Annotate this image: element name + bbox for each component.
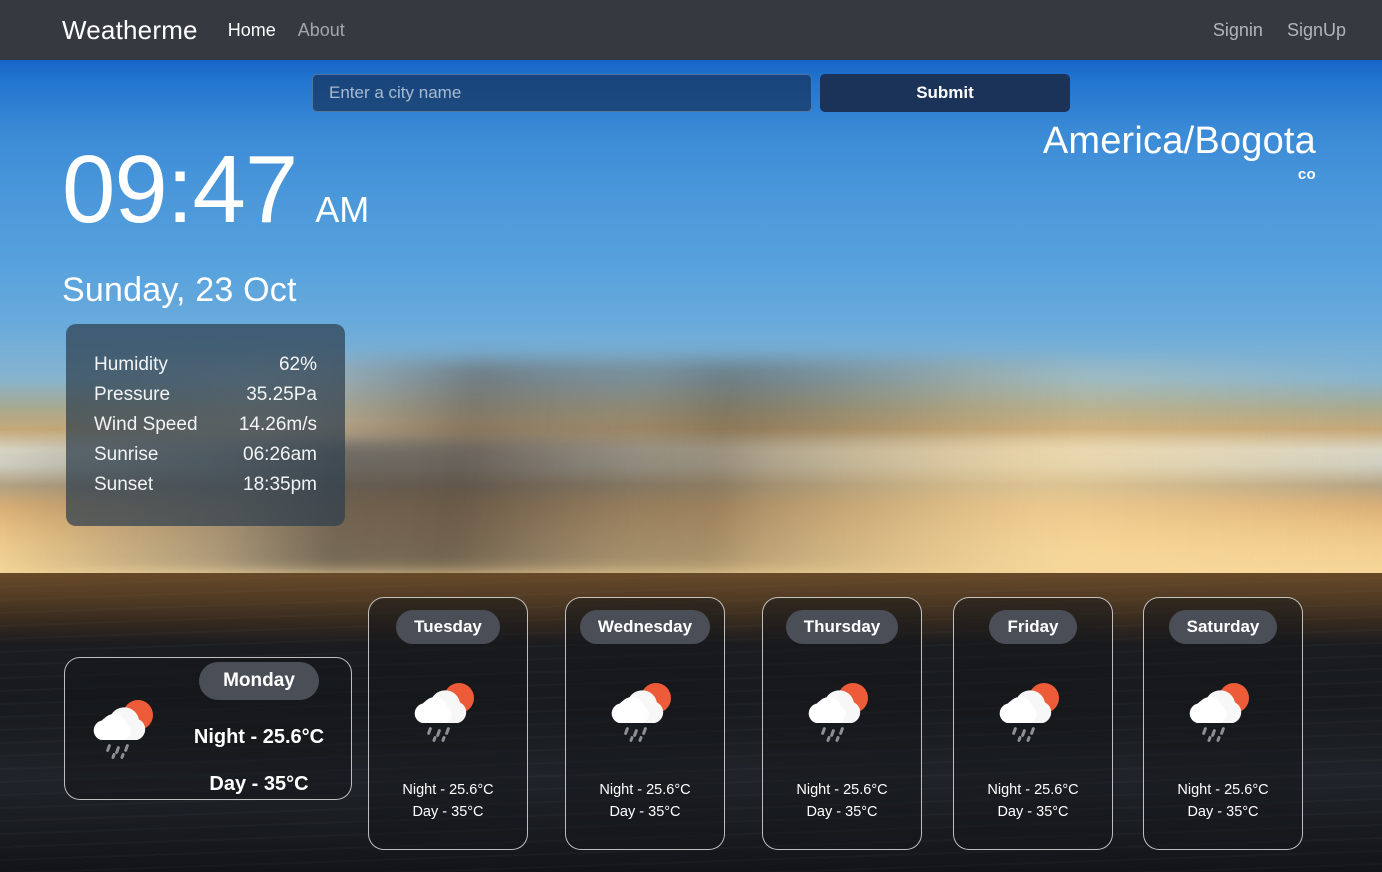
nav-link-signup[interactable]: SignUp [1287,20,1346,41]
forecast-section: Monday Night - 25.6°C Day - 35°C Tuesday [0,573,1382,872]
today-details: Monday Night - 25.6°C Day - 35°C [175,661,343,796]
day-label: Wednesday [579,610,711,644]
stat-label: Wind Speed [94,414,198,435]
location-timezone: America/Bogota [1042,120,1316,162]
forecast-card-tuesday[interactable]: Tuesday Night - 25.6°C Day - 35°C [368,597,528,850]
city-search-bar: Submit [0,74,1382,112]
today-temps: Night - 25.6°C Day - 35°C [194,726,324,796]
stat-row-sunrise: Sunrise 06:26am [94,440,317,470]
search-input[interactable] [312,74,812,112]
stat-row-pressure: Pressure 35.25Pa [94,380,317,410]
night-temp: Night - 25.6°C [599,782,691,798]
forecast-card-thursday[interactable]: Thursday Night - 25.6°C Day - 35°C [762,597,922,850]
day-temp: Day - 35°C [997,804,1069,820]
night-temp: Night - 25.6°C [1177,782,1269,798]
stat-label: Humidity [94,354,168,375]
forecast-card-wednesday[interactable]: Wednesday Night - 25.6°C Day - 35°C [565,597,725,850]
day-temps: Night - 25.6°C Day - 35°C [599,779,690,849]
stat-row-wind-speed: Wind Speed 14.26m/s [94,410,317,440]
day-temp: Day - 35°C [609,804,681,820]
location-display: America/Bogota co [1042,120,1316,183]
nav-auth-links: Signin SignUp [1213,20,1346,41]
forecast-cards: Monday Night - 25.6°C Day - 35°C Tuesday [0,573,1382,872]
day-temp: Day - 35°C [412,804,484,820]
weather-stats-panel: Humidity 62% Pressure 35.25Pa Wind Speed… [66,324,345,526]
day-label: Saturday [1168,610,1278,644]
stat-value: 14.26m/s [238,414,317,435]
rain-cloud-sun-icon [609,644,681,779]
hero-section: Submit America/Bogota co 09:47 AM Sunday… [0,60,1382,573]
submit-button[interactable]: Submit [820,74,1070,112]
day-label: Friday [989,610,1077,644]
current-time: 09:47 AM [62,136,370,243]
day-label: Thursday [785,610,899,644]
stat-label: Pressure [94,384,171,405]
day-temps: Night - 25.6°C Day - 35°C [1177,779,1268,849]
day-label: Monday [199,661,319,700]
forecast-card-today[interactable]: Monday Night - 25.6°C Day - 35°C [64,657,352,800]
day-temps: Night - 25.6°C Day - 35°C [796,779,887,849]
rain-cloud-sun-icon [997,644,1069,779]
nav-link-about[interactable]: About [298,20,345,41]
stat-label: Sunrise [94,444,159,465]
day-temps: Night - 25.6°C Day - 35°C [987,779,1078,849]
stat-value: 06:26am [243,444,317,465]
day-label: Tuesday [396,610,500,644]
stat-label: Sunset [94,474,154,495]
day-temp: Day - 35°C [806,804,878,820]
forecast-card-friday[interactable]: Friday Night - 25.6°C Day - 35°C [953,597,1113,850]
rain-cloud-sun-icon [79,696,175,762]
night-temp: Night - 25.6°C [796,782,888,798]
location-country-code: co [1297,165,1316,183]
nav-link-home[interactable]: Home [228,20,276,41]
top-navbar: Weatherme Home About Signin SignUp [0,0,1382,60]
app-brand: Weatherme [62,14,198,45]
rain-cloud-sun-icon [806,644,878,779]
rain-cloud-sun-icon [412,644,484,779]
stat-value: 35.25Pa [246,384,317,405]
forecast-card-saturday[interactable]: Saturday Night - 25.6°C Day - 35°C [1143,597,1303,850]
day-temp: Day - 35°C [209,772,309,795]
night-temp: Night - 25.6°C [193,725,325,748]
day-temps: Night - 25.6°C Day - 35°C [402,779,493,849]
clock-block: 09:47 AM Sunday, 23 Oct [62,136,370,310]
rain-cloud-sun-icon [1187,644,1259,779]
nav-link-signin[interactable]: Signin [1213,20,1263,41]
current-date: Sunday, 23 Oct [62,271,297,310]
stat-row-sunset: Sunset 18:35pm [94,470,317,500]
stat-row-humidity: Humidity 62% [94,350,317,380]
stat-value: 18:35pm [243,474,317,495]
weather-app: Weatherme Home About Signin SignUp Submi… [0,0,1382,872]
time-meridiem: AM [315,189,370,230]
nav-links: Home About [228,20,345,41]
time-value: 09:47 [62,136,298,243]
day-temp: Day - 35°C [1187,804,1259,820]
night-temp: Night - 25.6°C [987,782,1079,798]
night-temp: Night - 25.6°C [402,782,494,798]
stat-value: 62% [278,354,317,375]
